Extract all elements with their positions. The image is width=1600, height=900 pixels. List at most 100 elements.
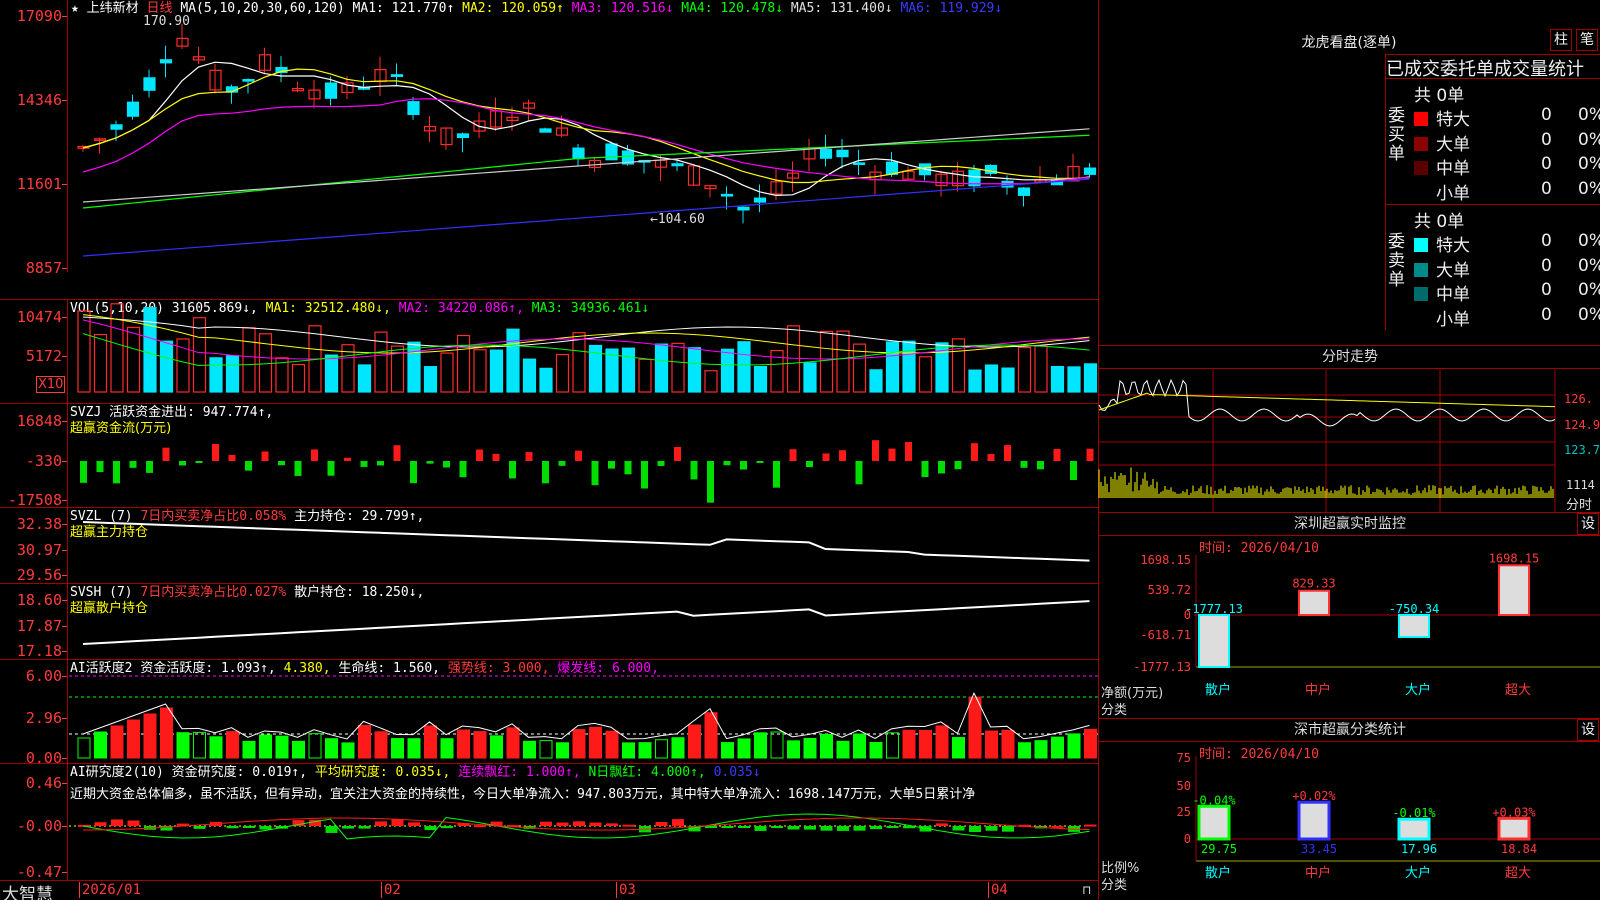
flow-bar xyxy=(921,461,929,478)
buy-xl-pct: 0% xyxy=(1578,105,1600,125)
st-bar-value: 33.45 xyxy=(1301,842,1337,856)
activity-bar xyxy=(1051,736,1064,759)
research-bar xyxy=(342,826,354,829)
buy-s-count: 0 xyxy=(1541,179,1552,199)
st-ratio-bar xyxy=(1397,817,1431,841)
activity-bar xyxy=(655,739,668,759)
candle-body xyxy=(852,162,866,166)
buy-s-pct: 0% xyxy=(1578,179,1600,199)
flow-bar xyxy=(80,461,87,483)
activity-bar xyxy=(1018,742,1031,759)
sz-bar-value: 829.33 xyxy=(1292,577,1335,591)
candle-body xyxy=(159,59,173,64)
research-bar xyxy=(111,819,123,826)
ai-activity-panel[interactable]: 6.00 2.96 0.00 AI活跃度2 资金活跃度: 1.093↑, 4.3… xyxy=(0,659,1098,767)
activity-bar xyxy=(869,741,883,759)
activity-bar xyxy=(1067,733,1081,759)
sz-bar-value: -1777.13 xyxy=(1185,602,1243,616)
sell-s-pct: 0% xyxy=(1578,305,1600,325)
st-settings-button[interactable]: 设 xyxy=(1577,719,1599,741)
volume-bar xyxy=(258,333,273,393)
research-bar xyxy=(622,824,635,827)
flow-bar xyxy=(278,461,285,466)
volume-bar xyxy=(93,333,108,393)
svzj-panel[interactable]: 16848 -330 -17508 SVZJ 活跃资金进出: 947.774↑,… xyxy=(0,403,1098,509)
svzl-panel[interactable]: 32.38 30.97 29.56 SVZL (7) 7日内买卖净占比0.058… xyxy=(0,507,1098,584)
bar-mode-button[interactable]: 柱 xyxy=(1550,29,1572,51)
price-panel[interactable]: 17090 14346 11601 8857 ★ 上纬新材 日线 MA(5,10… xyxy=(0,0,1098,277)
app-root: 17090 14346 11601 8857 ★ 上纬新材 日线 MA(5,10… xyxy=(0,0,1600,900)
ai1-tick: 6.00 xyxy=(25,667,62,685)
flow-bar xyxy=(839,450,846,461)
st-bar-delta: -0.04% xyxy=(1192,793,1236,807)
flow-bar xyxy=(872,440,879,461)
fs-tick: 123.7 xyxy=(1564,443,1600,457)
price-tick: 17090 xyxy=(16,7,62,25)
volume-panel[interactable]: 10474 5172 X10 VOL(5,10,20) 31605.869↓, … xyxy=(0,299,1098,403)
right-panel: 龙虎看盘(逐单) 柱 笔 已成交委托单成交量统计 委买单 共 0单 特大 0 0… xyxy=(1098,0,1600,900)
volume-bar xyxy=(654,343,669,393)
price-tick: 11601 xyxy=(16,175,62,193)
activity-bar xyxy=(325,738,338,759)
volume-bar xyxy=(473,349,487,393)
flow-bar xyxy=(542,461,549,484)
buy-side-label: 委买单 xyxy=(1388,106,1405,164)
candle-body xyxy=(324,82,338,99)
low-note: ←104.60 xyxy=(650,212,705,227)
flow-bar xyxy=(476,449,483,461)
sz-settings-button[interactable]: 设 xyxy=(1577,513,1599,535)
flow-bar xyxy=(624,461,632,475)
activity-bar xyxy=(259,734,272,759)
research-bar xyxy=(589,822,602,826)
research-bar xyxy=(837,826,849,831)
sell-l-label: 大单 xyxy=(1436,261,1470,281)
vol-tick: 10474 xyxy=(16,308,62,326)
activity-bar xyxy=(358,724,371,759)
svsh-panel[interactable]: 18.60 17.87 17.18 SVSH (7) 7日内买卖净占比0.027… xyxy=(0,583,1098,660)
research-bar xyxy=(556,822,569,826)
activity-bar xyxy=(902,729,916,759)
sell-side-label: 委卖单 xyxy=(1388,232,1405,290)
volume-bar xyxy=(440,352,454,393)
price-line xyxy=(1098,378,1556,427)
buy-s-label: 小单 xyxy=(1436,184,1470,204)
volume-bar xyxy=(902,340,916,393)
flow-bar xyxy=(179,461,186,466)
activity-bar xyxy=(1034,740,1048,759)
st-category-label: 中户 xyxy=(1305,865,1331,881)
activity-bar xyxy=(143,713,157,759)
activity-bar xyxy=(589,726,602,759)
research-bar xyxy=(424,826,437,831)
activity-bar xyxy=(671,737,685,759)
main-holding-line xyxy=(82,521,1090,562)
svzj-chart xyxy=(80,440,1094,503)
st-ratio-bar xyxy=(1197,804,1231,841)
sell-orders-block: 委卖单 共 0单 特大 0 0% 大单 0 0% 中单 0 0% 小单 0 0% xyxy=(1385,204,1600,330)
ai-research-panel[interactable]: 0.46 -0.00 -0.47 AI研究度2(10) 资金研究度: 0.019… xyxy=(0,763,1098,881)
price-tick: 8857 xyxy=(25,259,62,277)
activity-bar xyxy=(935,725,949,759)
activity-bar xyxy=(737,738,751,759)
activity-bar xyxy=(457,729,470,759)
sz-category-label: 散户 xyxy=(1205,682,1231,698)
research-bar xyxy=(655,821,668,826)
research-bar xyxy=(540,821,552,826)
research-bar xyxy=(969,826,981,833)
sell-m-count: 0 xyxy=(1541,280,1552,300)
buy-xl-count: 0 xyxy=(1541,105,1552,125)
volume-bar xyxy=(1001,367,1015,393)
volume-bar xyxy=(984,364,999,393)
flow-bar xyxy=(1053,448,1061,461)
lock-icon[interactable]: ⊓ xyxy=(1082,883,1091,897)
activity-bar xyxy=(787,740,800,759)
x-tick: 02 xyxy=(381,882,401,898)
activity-bar xyxy=(424,725,437,759)
volume-bar xyxy=(291,363,306,393)
tick-mode-button[interactable]: 笔 xyxy=(1576,29,1598,51)
volume-bar xyxy=(407,341,421,393)
order-stats-tabs[interactable]: 已成交委托单成交量统计 xyxy=(1385,54,1600,78)
activity-bar xyxy=(94,731,107,759)
activity-bar xyxy=(1001,729,1015,759)
flow-bar xyxy=(674,447,681,461)
activity-bar xyxy=(638,742,652,759)
